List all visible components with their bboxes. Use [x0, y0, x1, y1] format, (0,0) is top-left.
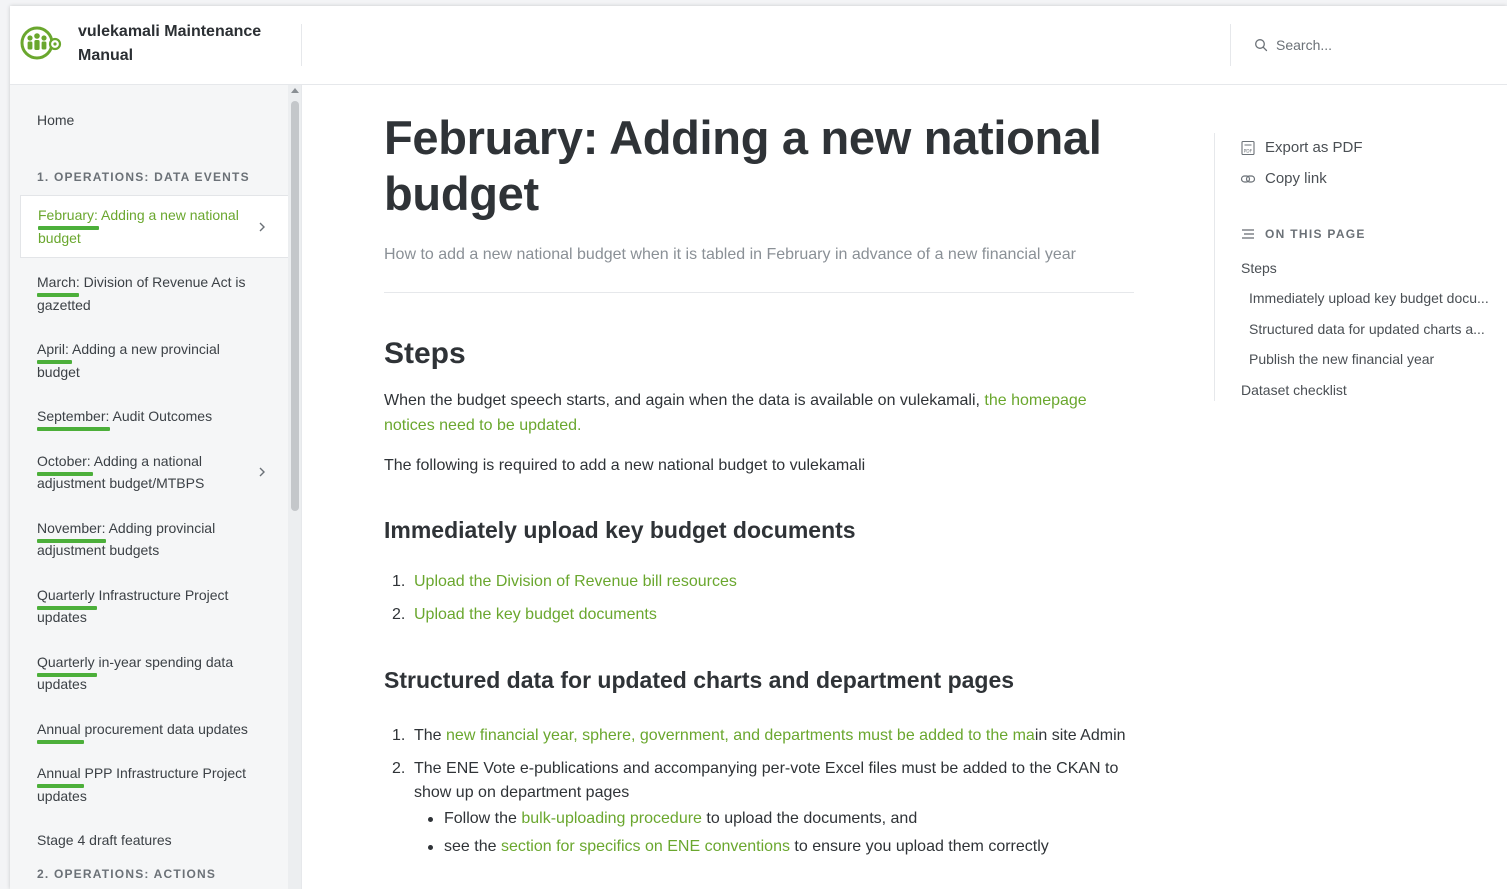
sidebar-nav-item[interactable]: Quarterly Infrastructure Project updates — [20, 575, 288, 638]
list-icon — [1242, 229, 1254, 239]
highlight-underline — [37, 784, 84, 788]
divider — [384, 292, 1134, 293]
highlight-underline — [37, 471, 93, 476]
sidebar-item-label: Annual procurement data updates — [37, 720, 248, 737]
highlight-underline — [37, 739, 84, 744]
bullet-item: Follow the bulk-uploading procedure to u… — [414, 807, 1134, 831]
export-pdf-label: Export as PDF — [1265, 139, 1363, 156]
sidebar-item-label: Stage 4 draft features — [37, 832, 172, 848]
toc-item-upload-docs[interactable]: Immediately upload key budget docu... — [1249, 290, 1499, 306]
bullet-text: to upload the documents, and — [701, 809, 918, 827]
link-icon — [1240, 174, 1256, 183]
ene-conventions-link[interactable]: section for specifics on ENE conventions — [501, 838, 790, 855]
list-text: The — [414, 726, 447, 744]
pdf-icon: PDF — [1241, 140, 1255, 155]
bullet-text: to ensure you upload them correctly — [789, 837, 1049, 855]
upload-docs-list: 1. Upload the Division of Revenue bill r… — [384, 570, 1134, 627]
sidebar-nav-item[interactable]: April: Adding a new provincial budget — [20, 329, 288, 392]
header-divider — [1230, 24, 1231, 66]
sidebar-nav-item[interactable]: October: Adding a national adjustment bu… — [20, 441, 288, 504]
highlight-underline — [37, 672, 97, 677]
list-text: The ENE Vote e-publications and accompan… — [414, 759, 1119, 801]
list-number: 2. — [392, 759, 406, 777]
svg-text:PDF: PDF — [1244, 148, 1253, 154]
toc-item-publish-year[interactable]: Publish the new financial year — [1249, 351, 1499, 367]
upload-docs-heading: Immediately upload key budget documents — [384, 516, 856, 543]
highlight-underline — [37, 427, 110, 431]
scrollbar-thumb[interactable] — [291, 101, 299, 511]
scroll-up-arrow-icon[interactable] — [291, 88, 299, 93]
bullet-item: see the section for specifics on ENE con… — [414, 835, 1134, 859]
highlight-underline — [37, 605, 97, 610]
copy-link-button[interactable]: Copy link — [1240, 170, 1327, 187]
list-item: 2. The ENE Vote e-publications and accom… — [384, 757, 1134, 859]
main-content: February: Adding a new national budget H… — [384, 96, 1134, 868]
bullet-dot-icon — [428, 844, 433, 850]
page-title: February: Adding a new national budget — [384, 111, 1102, 220]
sidebar-item-label: September: Audit Outcomes — [37, 408, 213, 424]
steps-paragraph: When the budget speech starts, and again… — [384, 389, 1134, 438]
sidebar-section-heading: 1. OPERATIONS: DATA EVENTS — [37, 170, 250, 184]
highlight-underline — [37, 293, 79, 297]
toc-item-steps[interactable]: Steps — [1241, 260, 1491, 276]
sidebar-nav-item[interactable]: February: Adding a new national budget — [20, 195, 288, 258]
copy-link-label: Copy link — [1265, 170, 1327, 187]
sidebar-nav-item[interactable]: Annual PPP Infrastructure Project update… — [20, 753, 288, 816]
sidebar-nav-list: February: Adding a new national budget Ma… — [20, 195, 288, 865]
sidebar-nav-item[interactable]: Annual procurement data updates — [20, 709, 288, 750]
bullet-text: Follow the — [444, 809, 522, 827]
list-number: 2. — [392, 605, 406, 623]
sidebar-nav-item[interactable]: Quarterly in-year spending data updates — [20, 642, 288, 705]
list-number: 1. — [392, 726, 406, 744]
on-this-page-label: ON THIS PAGE — [1265, 227, 1366, 241]
sidebar-item-home[interactable]: Home — [37, 112, 74, 128]
search-placeholder: Search... — [1276, 37, 1333, 53]
structured-data-heading: Structured data for updated charts and d… — [384, 666, 1015, 693]
list-text: in site Admin — [1034, 726, 1126, 744]
on-this-page-heading: ON THIS PAGE — [1241, 227, 1366, 241]
steps-paragraph-text: When the budget speech starts, and again… — [384, 392, 985, 409]
sidebar-scrollbar[interactable] — [288, 85, 301, 889]
list-item: 1. Upload the Division of Revenue bill r… — [384, 570, 1134, 594]
highlight-underline — [38, 226, 99, 230]
export-pdf-button[interactable]: PDF Export as PDF — [1240, 139, 1363, 156]
bullet-text: see the — [444, 837, 501, 855]
header-divider — [301, 24, 302, 66]
search-icon — [1255, 39, 1268, 52]
toc-item-dataset-checklist[interactable]: Dataset checklist — [1241, 382, 1491, 398]
steps-paragraph-2: The following is required to add a new n… — [384, 457, 866, 474]
top-header: vulekamali Maintenance Manual Search... — [10, 6, 1507, 85]
app-window: vulekamali Maintenance Manual Search... … — [10, 6, 1507, 889]
brand-title[interactable]: vulekamali Maintenance Manual — [78, 20, 288, 68]
table-of-contents: PDF Export as PDF Copy link ON THIS PAGE… — [1214, 133, 1505, 401]
list-number: 1. — [392, 572, 406, 590]
sidebar-section-heading: 2. OPERATIONS: ACTIONS — [37, 867, 217, 881]
sidebar-nav-item[interactable]: September: Audit Outcomes — [20, 396, 288, 437]
sub-bullet-list: Follow the bulk-uploading procedure to u… — [414, 807, 1134, 859]
financial-year-setup-link[interactable]: new financial year, sphere, government, … — [446, 727, 1035, 744]
structured-data-list: 1. The new financial year, sphere, gover… — [384, 724, 1134, 859]
bullet-dot-icon — [428, 816, 433, 822]
division-of-revenue-link[interactable]: Upload the Division of Revenue bill reso… — [414, 573, 737, 590]
sidebar-nav-item[interactable]: November: Adding provincial adjustment b… — [20, 508, 288, 571]
sidebar-nav-item[interactable]: March: Division of Revenue Act is gazett… — [20, 262, 288, 325]
highlight-underline — [37, 538, 106, 543]
search-input[interactable]: Search... — [1254, 34, 1332, 56]
bulk-uploading-link[interactable]: bulk-uploading procedure — [521, 810, 702, 827]
sidebar: Home 1. OPERATIONS: DATA EVENTS February… — [10, 85, 302, 889]
sidebar-nav-item[interactable]: Stage 4 draft features — [20, 820, 288, 861]
key-budget-documents-link[interactable]: Upload the key budget documents — [414, 606, 657, 623]
highlight-underline — [37, 360, 72, 364]
toc-item-structured-data[interactable]: Structured data for updated charts a... — [1249, 321, 1499, 337]
chevron-right-icon[interactable] — [254, 464, 270, 480]
page-subtitle: How to add a new national budget when it… — [384, 246, 1076, 263]
list-item: 2. Upload the key budget documents — [384, 603, 1134, 627]
steps-heading: Steps — [384, 337, 466, 370]
vulekamali-logo-icon[interactable] — [20, 26, 62, 60]
list-item: 1. The new financial year, sphere, gover… — [384, 724, 1134, 748]
chevron-right-icon[interactable] — [254, 219, 270, 235]
